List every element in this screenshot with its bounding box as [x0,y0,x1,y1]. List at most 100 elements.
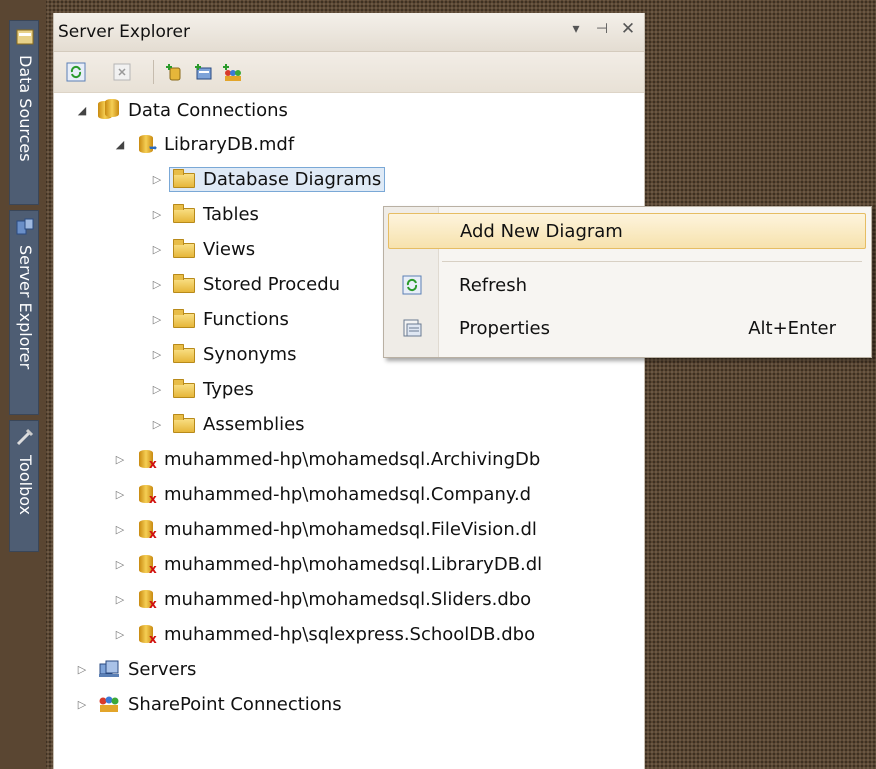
collapsed-arrow-icon[interactable]: ▷ [149,208,165,221]
menu-item-refresh[interactable]: Refresh [388,267,866,303]
folder-icon [173,204,195,224]
data-connections-icon [98,99,120,120]
database-disconnected-icon: x [136,519,157,540]
database-disconnected-icon: x [136,589,157,610]
tree-node-label: muhammed-hp\mohamedsql.Sliders.dbo [164,588,532,610]
context-menu: Add New Diagram Refresh Properties Alt+E… [383,206,872,358]
collapsed-arrow-icon[interactable]: ▷ [149,278,165,291]
server-explorer-tree: ◢ Data Connections ◢ ➥ LibraryDB.mdf ▷ D… [54,93,644,769]
folder-icon [173,414,195,434]
refresh-icon [402,275,422,295]
tree-node-label: muhammed-hp\sqlexpress.SchoolDB.dbo [164,623,536,645]
collapsed-arrow-icon[interactable]: ▷ [74,698,90,711]
folder-icon [173,309,195,329]
collapsed-arrow-icon[interactable]: ▷ [149,383,165,396]
server-explorer-icon [16,218,34,235]
tree-node-sharepoint[interactable]: ▷ SharePoint Connections [74,689,342,719]
tree-node-label: Types [203,378,254,400]
add-connection-icon[interactable] [165,62,185,82]
toolbar-separator [153,60,154,84]
tree-node-connection[interactable]: ▷ x muhammed-hp\mohamedsql.ArchivingDb [112,444,541,474]
tree-node-label: Servers [128,658,197,680]
database-disconnected-icon: x [136,484,157,505]
folder-icon [173,239,195,259]
collapsed-arrow-icon[interactable]: ▷ [112,523,128,536]
tree-node-label: Assemblies [203,413,305,435]
dock-tab-toolbox[interactable]: Toolbox [9,420,39,552]
tree-node-connection[interactable]: ▷ x muhammed-hp\mohamedsql.LibraryDB.dl [112,549,542,579]
expanded-arrow-icon[interactable]: ◢ [112,138,128,151]
data-sources-icon [16,29,34,45]
servers-icon [99,660,119,677]
tree-node-label: muhammed-hp\mohamedsql.LibraryDB.dl [164,553,543,575]
folder-icon [173,169,195,189]
menu-item-properties[interactable]: Properties Alt+Enter [388,310,866,346]
tree-node-tables[interactable]: ▷ Tables [149,199,259,229]
tree-node-stored-procedures[interactable]: ▷ Stored Procedu [149,269,340,299]
panel-title: Server Explorer [58,22,190,42]
connect-server-icon[interactable] [194,62,214,82]
dock-tab-data-sources[interactable]: Data Sources [9,20,39,205]
tree-node-connection[interactable]: ▷ x muhammed-hp\mohamedsql.Sliders.dbo [112,584,531,614]
tree-node-label: Synonyms [203,343,297,365]
collapsed-arrow-icon[interactable]: ▷ [149,313,165,326]
tree-node-label: LibraryDB.mdf [164,133,295,155]
tree-node-label: Stored Procedu [203,273,341,295]
tree-node-label: Views [203,238,256,260]
stop-icon[interactable] [112,62,132,82]
tree-node-database-diagrams[interactable]: ▷ Database Diagrams [149,164,386,194]
tree-node-synonyms[interactable]: ▷ Synonyms [149,339,297,369]
collapsed-arrow-icon[interactable]: ▷ [112,453,128,466]
expanded-arrow-icon[interactable]: ◢ [74,104,90,117]
tree-node-connection[interactable]: ▷ x muhammed-hp\sqlexpress.SchoolDB.dbo [112,619,535,649]
tree-node-label: Functions [203,308,289,330]
tree-node-assemblies[interactable]: ▷ Assemblies [149,409,305,439]
sharepoint-connect-icon[interactable] [222,62,242,82]
tree-node-label: Tables [203,203,259,225]
dock-tab-label: Server Explorer [16,245,35,370]
panel-toolbar [54,52,644,93]
folder-icon [173,274,195,294]
collapsed-arrow-icon[interactable]: ▷ [112,628,128,641]
tree-node-label: muhammed-hp\mohamedsql.FileVision.dl [164,518,537,540]
collapsed-arrow-icon[interactable]: ▷ [149,173,165,186]
close-icon[interactable]: ✕ [620,21,636,38]
tree-node-views[interactable]: ▷ Views [149,234,255,264]
menu-separator [442,261,862,262]
pin-icon[interactable]: ⊣ [594,21,610,37]
toolbox-icon [16,428,34,446]
collapsed-arrow-icon[interactable]: ▷ [149,243,165,256]
menu-item-add-new-diagram[interactable]: Add New Diagram [388,213,866,249]
collapsed-arrow-icon[interactable]: ▷ [149,418,165,431]
dock-strip: Data Sources Server Explorer Toolbox [0,0,46,769]
dock-tab-label: Toolbox [16,455,35,515]
menu-item-label: Refresh [459,274,527,296]
database-disconnected-icon: x [136,449,157,470]
collapsed-arrow-icon[interactable]: ▷ [149,348,165,361]
dock-tab-server-explorer[interactable]: Server Explorer [9,210,39,415]
tree-node-label: muhammed-hp\mohamedsql.Company.d [164,483,532,505]
tree-node-label: muhammed-hp\mohamedsql.ArchivingDb [164,448,541,470]
collapsed-arrow-icon[interactable]: ▷ [74,663,90,676]
collapsed-arrow-icon[interactable]: ▷ [112,558,128,571]
menu-item-label: Properties [459,317,550,339]
database-connected-icon: ➥ [136,134,157,154]
tree-node-librarydb[interactable]: ◢ ➥ LibraryDB.mdf [112,129,294,159]
collapsed-arrow-icon[interactable]: ▷ [112,488,128,501]
tree-node-servers[interactable]: ▷ Servers [74,654,197,684]
tree-node-data-connections[interactable]: ◢ Data Connections [74,95,288,125]
tree-node-label: SharePoint Connections [128,693,342,715]
dropdown-icon[interactable]: ▾ [568,21,584,37]
tree-node-connection[interactable]: ▷ x muhammed-hp\mohamedsql.FileVision.dl [112,514,537,544]
tree-node-label: Database Diagrams [203,168,382,190]
refresh-icon[interactable] [66,62,86,82]
sharepoint-icon [99,696,119,712]
collapsed-arrow-icon[interactable]: ▷ [112,593,128,606]
menu-item-label: Add New Diagram [460,220,623,242]
tree-node-types[interactable]: ▷ Types [149,374,254,404]
tree-node-functions[interactable]: ▷ Functions [149,304,289,334]
dock-tab-label: Data Sources [16,55,35,162]
menu-item-shortcut: Alt+Enter [748,317,836,339]
database-disconnected-icon: x [136,554,157,575]
tree-node-connection[interactable]: ▷ x muhammed-hp\mohamedsql.Company.d [112,479,531,509]
